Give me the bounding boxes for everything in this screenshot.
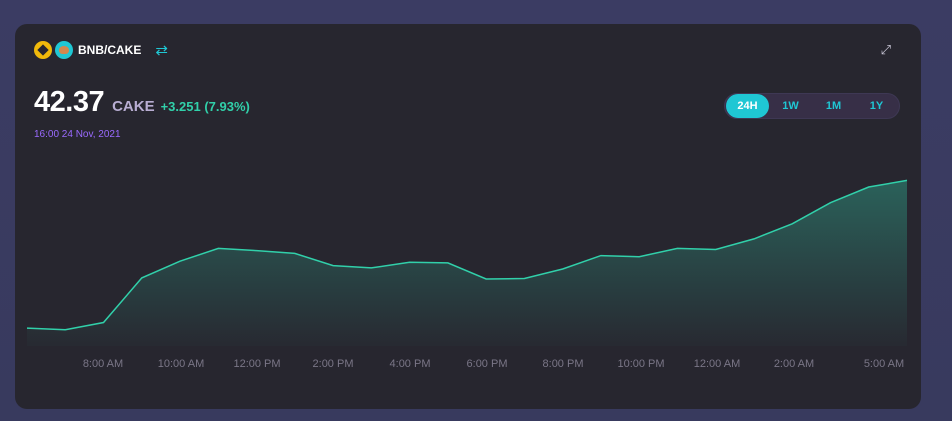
chart-area-fill: [27, 180, 907, 346]
x-tick-label: 4:00 PM: [390, 358, 431, 370]
x-tick-label: 12:00 AM: [694, 358, 740, 370]
x-tick-label: 2:00 AM: [774, 358, 814, 370]
x-tick-label: 8:00 PM: [543, 358, 584, 370]
x-tick-label: 10:00 PM: [617, 358, 664, 370]
x-tick-label: 10:00 AM: [158, 358, 204, 370]
x-tick-label: 2:00 PM: [313, 358, 354, 370]
price-chart: 8:00 AM 10:00 AM 12:00 PM 2:00 PM 4:00 PM 6:0…: [26, 179, 908, 370]
chart-card: BNB/CAKE ⇄ ⤢ 42.37 CAKE +3.251 (7.93%) 1…: [15, 24, 921, 409]
x-tick-label: 12:00 PM: [233, 358, 280, 370]
x-tick-label: 6:00 PM: [467, 358, 508, 370]
x-tick-label: 5:00 AM: [864, 358, 904, 370]
x-tick-label: 8:00 AM: [83, 358, 123, 370]
